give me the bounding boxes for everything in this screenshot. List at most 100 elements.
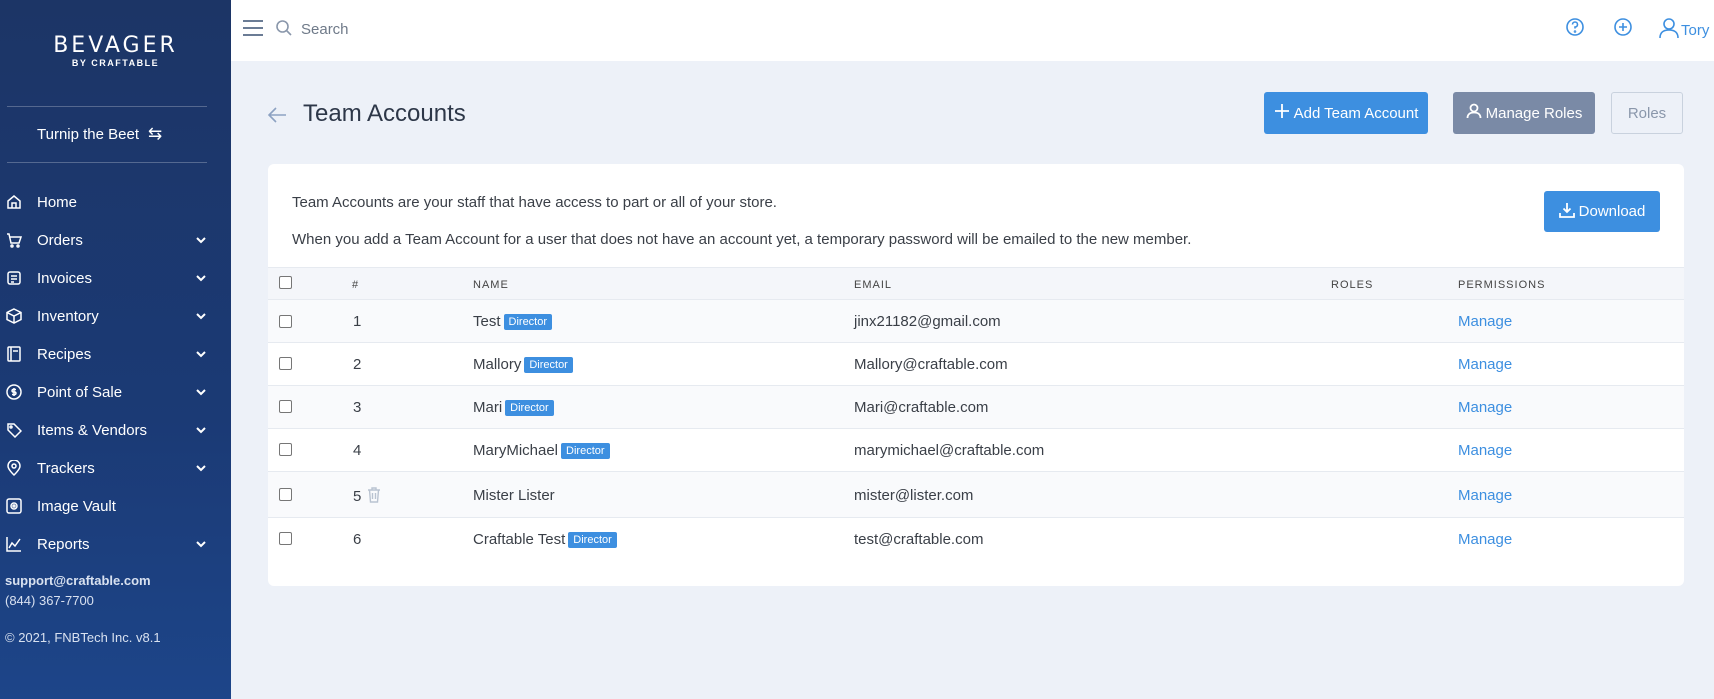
pin-icon: [5, 459, 23, 477]
row-checkbox[interactable]: [279, 315, 292, 328]
row-number: 4: [353, 442, 362, 459]
sidebar-divider: [7, 106, 207, 107]
cart-icon: [5, 231, 23, 249]
image-icon: [5, 497, 23, 515]
store-switcher[interactable]: Turnip the Beet ⇆: [37, 124, 162, 144]
role-badge: Director: [503, 314, 553, 330]
chevron-down-icon: [195, 309, 207, 321]
description-text: When you add a Team Account for a user t…: [292, 231, 1192, 248]
manage-permissions-link[interactable]: Manage: [1458, 313, 1512, 330]
column-header-number: #: [352, 279, 360, 291]
sidebar-item-label: Inventory: [37, 307, 99, 325]
sidebar: BEVAGER BY CRAFTABLE Turnip the Beet ⇆ H…: [0, 0, 231, 699]
column-header-email[interactable]: EMAIL: [854, 279, 892, 291]
chevron-down-icon: [195, 347, 207, 359]
brand-logo[interactable]: BEVAGER BY CRAFTABLE: [0, 33, 231, 68]
row-email: marymichael@craftable.com: [854, 442, 1045, 459]
row-checkbox[interactable]: [279, 443, 292, 456]
manage-roles-label: Manage Roles: [1485, 104, 1583, 122]
sidebar-item-items-vendors[interactable]: Items & Vendors: [0, 411, 231, 449]
table-row: 2 Mallory Director Mallory@craftable.com …: [268, 343, 1684, 386]
brand-name: BEVAGER: [53, 33, 178, 58]
search-input[interactable]: [301, 16, 701, 42]
table-row: 6 Craftable Test Director test@craftable.…: [268, 518, 1684, 561]
sidebar-item-label: Reports: [37, 535, 90, 553]
member-name: Craftable Test: [473, 531, 566, 548]
top-bar: Tory: [231, 0, 1714, 61]
member-name: Mallory: [473, 356, 522, 373]
sidebar-item-label: Recipes: [37, 345, 92, 363]
row-number: 2: [353, 356, 362, 373]
add-team-account-button[interactable]: Add Team Account: [1264, 92, 1428, 134]
plus-icon: [1274, 103, 1290, 123]
sidebar-item-image-vault[interactable]: Image Vault: [0, 487, 231, 525]
roles-button[interactable]: Roles: [1611, 92, 1683, 134]
row-email: test@craftable.com: [854, 531, 984, 548]
row-checkbox[interactable]: [279, 532, 292, 545]
sidebar-item-label: Home: [37, 193, 78, 211]
sidebar-item-trackers[interactable]: Trackers: [0, 449, 231, 487]
page-title: Team Accounts: [303, 100, 466, 127]
book-icon: [5, 345, 23, 363]
user-icon: [1659, 17, 1679, 43]
help-icon[interactable]: [1565, 17, 1587, 39]
member-name: MaryMichael: [473, 442, 559, 459]
row-checkbox[interactable]: [279, 400, 292, 413]
sidebar-item-orders[interactable]: Orders: [0, 221, 231, 259]
sidebar-divider: [7, 162, 207, 163]
menu-icon[interactable]: [243, 20, 263, 36]
table-row: 1 Test Director jinx21182@gmail.com Manag…: [268, 300, 1684, 343]
chevron-down-icon: [195, 537, 207, 549]
role-badge: Director: [568, 532, 617, 548]
table-row: 4 MaryMichael Director marymichael@crafta…: [268, 429, 1684, 472]
search-icon: [275, 19, 293, 37]
column-header-permissions: PERMISSIONS: [1458, 279, 1546, 291]
table-row: 5 Mister Lister mister@lister.com Manage: [268, 472, 1684, 518]
row-number: 3: [353, 399, 362, 416]
manage-permissions-link[interactable]: Manage: [1458, 356, 1512, 373]
user-icon: [1466, 103, 1482, 123]
table-row: 3 Mari Director Mari@craftable.com Manage: [268, 386, 1684, 429]
add-team-account-label: Add Team Account: [1293, 104, 1419, 122]
trash-icon[interactable]: [367, 487, 381, 507]
row-number: 5: [353, 487, 381, 507]
chevron-down-icon: [195, 385, 207, 397]
tag-icon: [5, 421, 23, 439]
sidebar-item-home[interactable]: Home: [0, 183, 231, 221]
sidebar-item-label: Items & Vendors: [37, 421, 148, 439]
member-name: Test: [473, 313, 501, 330]
sidebar-item-point-of-sale[interactable]: Point of Sale: [0, 373, 231, 411]
row-checkbox[interactable]: [279, 357, 292, 370]
download-label: Download: [1578, 203, 1646, 220]
manage-permissions-link[interactable]: Manage: [1458, 531, 1512, 548]
download-icon: [1558, 202, 1575, 222]
download-button[interactable]: Download: [1544, 191, 1660, 232]
back-arrow-icon[interactable]: [266, 104, 288, 126]
sidebar-item-inventory[interactable]: Inventory: [0, 297, 231, 335]
manage-roles-button[interactable]: Manage Roles: [1453, 92, 1595, 134]
user-menu[interactable]: Tory: [1659, 17, 1709, 43]
home-icon: [5, 193, 23, 211]
add-icon[interactable]: [1613, 17, 1635, 39]
support-phone: (844) 367-7700: [5, 593, 94, 608]
select-all-checkbox[interactable]: [279, 276, 292, 289]
sidebar-item-reports[interactable]: Reports: [0, 525, 231, 563]
manage-permissions-link[interactable]: Manage: [1458, 442, 1512, 459]
row-checkbox[interactable]: [279, 488, 292, 501]
sidebar-nav: Home Orders Invoices Inventory Recipes P…: [0, 183, 231, 563]
manage-permissions-link[interactable]: Manage: [1458, 487, 1512, 504]
column-header-name[interactable]: NAME: [473, 279, 509, 291]
row-name: Mari Director: [473, 399, 554, 416]
store-name: Turnip the Beet: [37, 125, 140, 143]
invoice-icon: [5, 269, 23, 287]
user-name: Tory: [1681, 21, 1710, 39]
chevron-down-icon: [195, 423, 207, 435]
sidebar-item-recipes[interactable]: Recipes: [0, 335, 231, 373]
sidebar-item-invoices[interactable]: Invoices: [0, 259, 231, 297]
role-badge: Director: [505, 400, 554, 416]
team-accounts-card: Team Accounts are your staff that have a…: [268, 164, 1684, 586]
box-icon: [5, 307, 23, 325]
manage-permissions-link[interactable]: Manage: [1458, 399, 1512, 416]
support-email[interactable]: support@craftable.com: [5, 573, 151, 588]
sidebar-item-label: Image Vault: [37, 497, 116, 515]
